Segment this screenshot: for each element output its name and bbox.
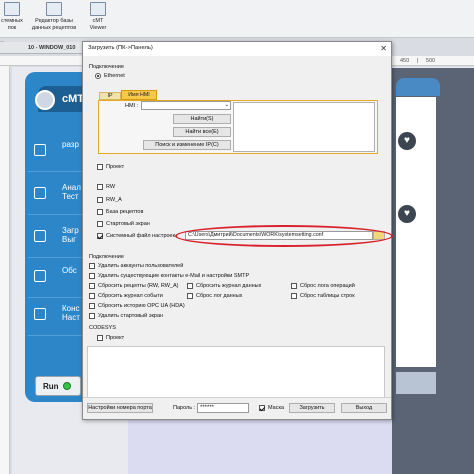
exit-button[interactable]: Выход [341,403,387,413]
search-change-ip-button[interactable]: Поиск и изменение IP(C) [143,140,231,150]
system-icon [4,2,20,16]
ruler-marks: 450 | 500 [400,58,436,64]
reset-log-files-checkbox[interactable] [187,293,193,299]
remove-accounts-label: Удалить аккаунты пользователей [98,263,184,269]
reset-data-log-label: Сбросить журнал данных [196,283,262,289]
toolbar-recipe-db-button[interactable]: Редактор базы данных рецептов [28,2,80,36]
window-tab[interactable]: 10 - WINDOW_010 [0,42,90,54]
dialog-title: Загрузить (ПК->Панель) [83,42,391,56]
log-area [87,346,385,398]
menu-item-transfer[interactable]: Загр Выг [28,218,86,258]
highlight-annotation [175,225,393,247]
reset-op-log-label: Сброс лога операций [300,283,355,289]
menu-item-label: Конс Наст [62,304,80,322]
menu-item-config[interactable]: Конс Наст [28,296,86,336]
ethernet-label: Ethernet [104,73,125,79]
download-dialog: Загрузить (ПК->Панель) ✕ Подключение Eth… [82,41,393,420]
reset-op-log-checkbox[interactable] [291,283,297,289]
maintenance-icon [34,270,46,282]
close-icon[interactable]: ✕ [380,44,387,53]
startup-window-checkbox[interactable] [97,221,103,227]
menu-item-develop[interactable]: разр [28,132,86,172]
reset-events-checkbox[interactable] [89,293,95,299]
hmi-label: HMI : [125,103,139,109]
reset-log-files-label: Сброс лог данных [196,293,243,299]
menu-item-label: Загр Выг [62,226,79,244]
config-icon [34,308,46,320]
toolbar-cmt-viewer-label: cMT Viewer [89,18,107,31]
favorite-add-icon[interactable]: ♥ [398,132,416,150]
tab-ip[interactable]: IP [99,92,121,100]
download-button[interactable]: Загрузить [289,403,335,413]
hmi-list[interactable] [233,102,375,152]
run-button[interactable]: Run [35,376,81,396]
reset-table-rows-label: Сброс таблицы строк [300,293,355,299]
run-label: Run [43,382,59,391]
find-all-button[interactable]: Найти все(E) [173,127,231,137]
right-preview-header [396,78,440,96]
system-settings-checkbox[interactable] [97,233,103,239]
toolbar-system-label: стемных пок [1,18,23,31]
wrench-icon [34,144,46,156]
password-label: Пароль : [173,405,196,411]
codesys-project-label: Проект [106,335,125,341]
hmi-dropdown[interactable]: ⌄ [141,101,231,110]
reset-events-label: Сбросить журнал событи [98,293,163,299]
favorite-add-icon[interactable]: ♥ [398,205,416,223]
analysis-icon [34,187,46,199]
project-label: Проект [106,164,125,170]
mask-label: Маска [268,405,285,411]
codesys-project-checkbox[interactable] [97,335,103,341]
menu-item-maintenance[interactable]: Обс [28,258,86,298]
menu-item-analysis[interactable]: Анал Тест [28,175,86,215]
system-settings-label: Системный файл настроек [106,233,176,239]
remove-startup-label: Удалить стартовый экран [98,313,164,319]
menu-item-label: Анал Тест [62,183,81,201]
rw-a-label: RW_A [106,197,122,203]
remove-accounts-checkbox[interactable] [89,263,95,269]
password-field[interactable]: ****** [197,403,249,413]
menu-item-label: разр [62,140,79,149]
toolbar: стемных пок Редактор базы данных рецепто… [0,0,474,38]
recipe-db-checkbox[interactable] [97,209,103,215]
toolbar-cmt-viewer-button[interactable]: cMT Viewer [84,2,112,36]
reset-opcua-checkbox[interactable] [89,303,95,309]
connection2-label: Подключение [89,254,124,260]
remove-startup-checkbox[interactable] [89,313,95,319]
ruler-left [0,66,10,474]
cmt-title: cMT [62,93,84,105]
connection-label: Подключение [89,64,124,70]
ethernet-radio[interactable] [95,73,101,79]
mask-checkbox[interactable] [259,405,265,411]
find-button[interactable]: Найти(S) [173,114,231,124]
remove-contacts-checkbox[interactable] [89,273,95,279]
reset-recipes-checkbox[interactable] [89,283,95,289]
remove-contacts-label: Удалить существующие контакты e-Mail и н… [98,273,250,279]
cmt-logo-icon [35,90,55,110]
toolbar-recipe-db-label: Редактор базы данных рецептов [31,18,77,31]
reset-recipes-label: Сбросить рецепты (RW, RW_A) [98,283,179,289]
chevron-down-icon: ⌄ [224,102,229,108]
run-status-led [63,382,71,390]
rw-label: RW [106,184,116,190]
right-preview-footer [396,372,436,394]
viewer-icon [90,2,106,16]
recipe-db-label: База рецептов [106,209,144,215]
reset-table-rows-checkbox[interactable] [291,293,297,299]
project-checkbox[interactable] [97,164,103,170]
rw-checkbox[interactable] [97,184,103,190]
codesys-label: CODESYS [89,325,116,331]
menu-item-label: Обс [62,266,77,275]
reset-data-log-checkbox[interactable] [187,283,193,289]
transfer-icon [34,230,46,242]
reset-opcua-label: Сбросить историю OPC UA (HDA) [98,303,185,309]
database-icon [46,2,62,16]
tab-hmi-name[interactable]: Имя HMI [121,90,157,100]
toolbar-system-button[interactable]: стемных пок [0,2,24,36]
port-settings-button[interactable]: Настройки номера порта [87,403,153,413]
rw-a-checkbox[interactable] [97,197,103,203]
startup-window-label: Стартовый экран [106,221,150,227]
